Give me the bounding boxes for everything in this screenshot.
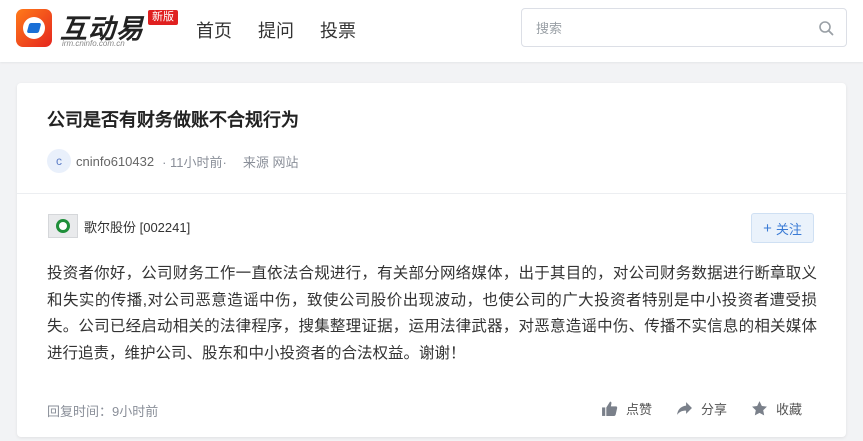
logo-domain: irm.cninfo.com.cn	[62, 39, 125, 48]
company-info[interactable]: 歌尔股份 [002241]	[48, 214, 190, 238]
plus-icon: +	[763, 219, 772, 237]
thumbs-up-icon	[602, 401, 618, 416]
nav-ask[interactable]: 提问	[258, 17, 294, 43]
star-icon	[752, 401, 767, 416]
share-icon	[677, 402, 692, 415]
follow-label: 关注	[775, 221, 802, 237]
favorite-label: 收藏	[776, 402, 803, 417]
like-button[interactable]: 点赞	[601, 399, 652, 418]
search-box	[521, 8, 847, 47]
question-time: · 11小时前·	[162, 154, 227, 170]
reply-time: 回复时间：9小时前	[47, 404, 159, 419]
qa-card: 公司是否有财务做账不合规行为 c cninfo610432 · 11小时前· 来…	[17, 83, 846, 437]
search-input[interactable]	[536, 18, 806, 38]
answer-text: 投资者你好，公司财务工作一直依法合规进行，有关部分网络媒体，出于其目的，对公司财…	[47, 265, 817, 362]
company-name[interactable]: 歌尔股份 [002241]	[84, 217, 190, 236]
top-header: 互动易 irm.cninfo.com.cn 新版 首页 提问 投票	[0, 0, 863, 62]
logo-mark-icon	[16, 9, 52, 47]
like-label: 点赞	[626, 402, 653, 417]
search-icon[interactable]	[818, 20, 834, 36]
answer-actions: 点赞 分享 收藏	[601, 399, 802, 418]
divider	[17, 193, 846, 194]
company-logo-icon	[48, 214, 78, 238]
share-label: 分享	[701, 402, 728, 417]
question-source: 来源 网站	[242, 154, 299, 170]
avatar[interactable]: c	[47, 149, 71, 173]
new-version-badge: 新版	[148, 10, 178, 25]
nav-vote[interactable]: 投票	[320, 17, 356, 43]
nav-home[interactable]: 首页	[196, 17, 232, 43]
site-logo[interactable]: 互动易 irm.cninfo.com.cn 新版	[16, 6, 186, 54]
favorite-button[interactable]: 收藏	[751, 399, 802, 418]
share-button[interactable]: 分享	[676, 399, 727, 418]
question-meta: c cninfo610432 · 11小时前· 来源 网站	[47, 149, 298, 173]
question-title: 公司是否有财务做账不合规行为	[47, 110, 299, 130]
follow-button[interactable]: + 关注	[751, 213, 814, 243]
main-nav: 首页 提问 投票	[196, 17, 356, 43]
question-user[interactable]: cninfo610432	[76, 154, 154, 169]
